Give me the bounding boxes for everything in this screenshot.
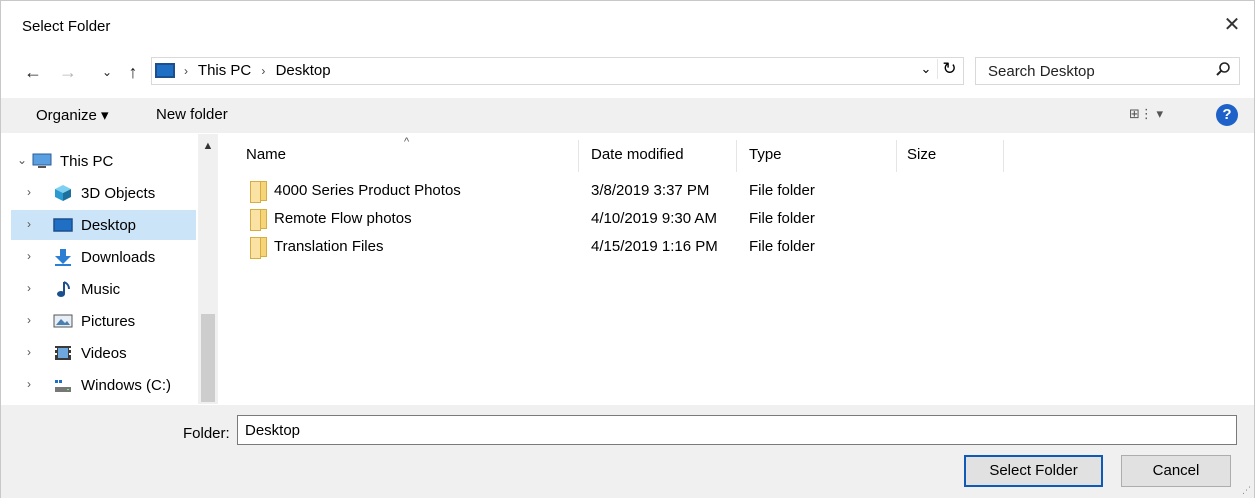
- breadcrumb-separator-icon: ›: [261, 64, 266, 78]
- refresh-icon[interactable]: ↻: [937, 59, 961, 79]
- column-header-label: Name: [246, 146, 287, 163]
- chevron-right-icon[interactable]: ›: [27, 345, 39, 359]
- sidebar-item-music[interactable]: › Music: [11, 274, 196, 304]
- folder-label: Folder:: [183, 425, 230, 442]
- dialog-title: Select Folder: [22, 18, 111, 35]
- select-folder-dialog: Select Folder ✕ ← → ⌄ ↑ › This PC › Desk…: [0, 0, 1255, 498]
- sidebar-item-videos[interactable]: › Videos: [11, 338, 196, 368]
- address-dropdown-icon[interactable]: ⌄: [917, 61, 935, 77]
- navigation-scrollbar[interactable]: ▲: [198, 134, 218, 404]
- title-bar: Select Folder ✕: [1, 1, 1254, 51]
- search-icon[interactable]: [1215, 61, 1231, 82]
- chevron-right-icon[interactable]: ›: [27, 281, 39, 295]
- breadcrumb-desktop[interactable]: Desktop: [276, 62, 331, 79]
- breadcrumb-separator-icon: ›: [184, 64, 188, 78]
- chevron-right-icon[interactable]: ›: [27, 185, 39, 199]
- table-row[interactable]: 4000 Series Product Photos 3/8/2019 3:37…: [244, 177, 944, 204]
- navigation-bar: ← → ⌄ ↑ › This PC › Desktop ⌄ ↻: [1, 55, 1254, 89]
- chevron-right-icon[interactable]: ›: [27, 377, 39, 391]
- column-header-name[interactable]: ^ Name: [229, 136, 579, 172]
- back-arrow-icon[interactable]: ←: [21, 59, 45, 85]
- file-name: Translation Files: [274, 238, 384, 255]
- breadcrumb: › This PC › Desktop: [184, 62, 337, 79]
- sidebar-item-pictures[interactable]: › Pictures: [11, 306, 196, 336]
- recent-locations-chevron-icon[interactable]: ⌄: [95, 59, 119, 85]
- sidebar-item-label: Pictures: [81, 313, 136, 330]
- file-date: 4/10/2019 9:30 AM: [591, 210, 717, 227]
- resize-grip-icon[interactable]: ⋰: [1242, 485, 1251, 496]
- file-type: File folder: [749, 238, 815, 255]
- breadcrumb-this-pc[interactable]: This PC: [198, 62, 251, 79]
- column-header-date-modified[interactable]: Date modified: [579, 140, 737, 172]
- column-divider[interactable]: [1003, 140, 1004, 172]
- sidebar-item-label: Music: [81, 281, 121, 298]
- chevron-right-icon[interactable]: ›: [27, 313, 39, 327]
- column-header-label: Size: [907, 146, 937, 163]
- sidebar-item-this-pc[interactable]: ⌄ This PC: [11, 146, 196, 176]
- sidebar-item-label: Windows (C:): [81, 377, 172, 394]
- scroll-up-icon[interactable]: ▲: [198, 140, 218, 152]
- download-icon: [53, 248, 73, 266]
- address-bar[interactable]: › This PC › Desktop ⌄ ↻: [151, 57, 964, 85]
- scrollbar-thumb[interactable]: [201, 314, 215, 402]
- desktop-icon: [53, 216, 73, 234]
- video-icon: [53, 344, 73, 362]
- sidebar-item-label: Downloads: [81, 249, 156, 266]
- sort-ascending-icon: ^: [404, 136, 410, 148]
- chevron-right-icon[interactable]: ›: [27, 249, 39, 263]
- file-date: 3/8/2019 3:37 PM: [591, 182, 710, 199]
- change-view-icon[interactable]: ⊞⋮ ▾: [1129, 106, 1163, 122]
- column-header-type[interactable]: Type: [737, 140, 897, 172]
- sidebar-item-downloads[interactable]: › Downloads: [11, 242, 196, 272]
- help-icon[interactable]: ?: [1216, 104, 1238, 126]
- file-type: File folder: [749, 182, 815, 199]
- column-header-label: Type: [749, 146, 782, 163]
- sidebar-item-desktop[interactable]: › Desktop: [11, 210, 196, 240]
- sidebar-item-windows-c[interactable]: › Windows (C:): [11, 370, 196, 400]
- folder-name-input[interactable]: [237, 415, 1237, 445]
- new-folder-button[interactable]: New folder: [156, 106, 228, 123]
- pc-icon: [32, 152, 52, 170]
- column-header-label: Date modified: [591, 146, 684, 163]
- file-name: 4000 Series Product Photos: [274, 182, 461, 199]
- search-box[interactable]: [975, 57, 1240, 85]
- chevron-right-icon[interactable]: ›: [27, 217, 39, 231]
- sidebar-item-label: This PC: [60, 153, 114, 170]
- folder-icon: [250, 237, 267, 259]
- cube-icon: [53, 184, 73, 202]
- up-arrow-icon[interactable]: ↑: [121, 59, 145, 85]
- sidebar-item-label: Videos: [81, 345, 127, 362]
- file-list: ^ Name Date modified Type Size 4000 Seri…: [229, 134, 1246, 404]
- forward-arrow-icon[interactable]: →: [56, 59, 80, 85]
- chevron-down-icon[interactable]: ⌄: [17, 153, 29, 167]
- sidebar-item-3d-objects[interactable]: › 3D Objects: [11, 178, 196, 208]
- folder-icon: [250, 209, 267, 231]
- table-row[interactable]: Translation Files 4/15/2019 1:16 PM File…: [244, 233, 944, 260]
- sidebar-item-label: Desktop: [81, 217, 137, 234]
- file-name: Remote Flow photos: [274, 210, 412, 227]
- table-row[interactable]: Remote Flow photos 4/10/2019 9:30 AM Fil…: [244, 205, 944, 232]
- cancel-button[interactable]: Cancel: [1121, 455, 1231, 487]
- command-toolbar: Organize ▾ New folder ⊞⋮ ▾ ?: [1, 98, 1254, 133]
- pictures-icon: [53, 312, 73, 330]
- music-icon: [53, 280, 73, 298]
- desktop-icon: [155, 63, 175, 78]
- file-date: 4/15/2019 1:16 PM: [591, 238, 718, 255]
- sidebar-item-label: 3D Objects: [81, 185, 156, 202]
- organize-button[interactable]: Organize ▾: [36, 106, 109, 124]
- drive-icon: [53, 376, 73, 394]
- folder-icon: [250, 181, 267, 203]
- search-input[interactable]: [988, 61, 1198, 81]
- navigation-pane: ⌄ This PC › 3D Objects › Desktop › Downl…: [11, 134, 218, 404]
- select-folder-button[interactable]: Select Folder: [964, 455, 1103, 487]
- column-header-size[interactable]: Size: [897, 140, 1004, 172]
- close-icon[interactable]: ✕: [1220, 13, 1244, 37]
- footer-panel: Folder: Select Folder Cancel ⋰: [1, 405, 1254, 498]
- file-type: File folder: [749, 210, 815, 227]
